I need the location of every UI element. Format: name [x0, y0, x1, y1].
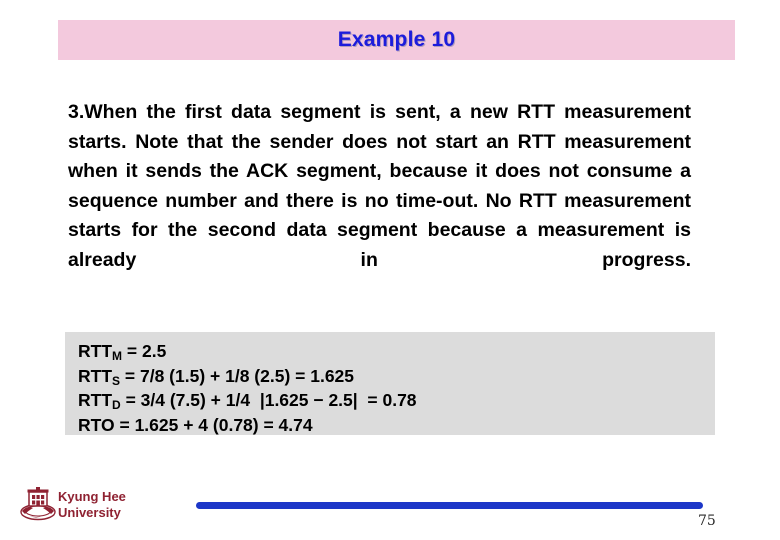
formula-box: RTTM = 2.5 RTTS = 7/8 (1.5) + 1/8 (2.5) … [65, 332, 715, 435]
slide-title-banner: Example 10 [58, 20, 735, 60]
formula-expression: = 7/8 (1.5) + 1/8 (2.5) = 1.625 [120, 365, 355, 386]
footer-university-line-2: University [58, 505, 121, 520]
formula-expression: = 1.625 + 4 (0.78) = 4.74 [114, 414, 313, 435]
formula-subscript: M [112, 349, 123, 363]
formula-expression: = 2.5 [122, 341, 167, 361]
formula-label: RTT [78, 365, 113, 386]
formula-label: RTO [78, 414, 115, 435]
formula-line: RTTM = 2.5 [78, 340, 707, 365]
formula-line: RTO = 1.625 + 4 (0.78) = 4.74 [78, 414, 707, 439]
footer-divider-rule [196, 502, 703, 509]
kyung-hee-university-crest-icon [20, 487, 56, 521]
page-title: Example 10 [337, 28, 456, 51]
formula-label: RTT [78, 390, 113, 410]
footer-university-line-1: Kyung Hee [58, 489, 126, 504]
footer-university-name: Kyung Hee University [58, 489, 126, 521]
formula-expression: = 3/4 (7.5) + 1/4 |1.625 − 2.5| = 0.78 [120, 390, 417, 410]
body-paragraph: 3.When the first data segment is sent, a… [68, 101, 691, 271]
formula-subscript: D [112, 398, 121, 412]
formula-label: RTT [78, 341, 113, 361]
formula-line: RTTD = 3/4 (7.5) + 1/4 |1.625 − 2.5| = 0… [78, 389, 707, 414]
formula-list: RTTM = 2.5 RTTS = 7/8 (1.5) + 1/8 (2.5) … [78, 340, 707, 438]
formula-subscript: S [112, 373, 121, 388]
page-number: 75 [698, 513, 716, 529]
formula-line: RTTS = 7/8 (1.5) + 1/8 (2.5) = 1.625 [78, 365, 707, 390]
